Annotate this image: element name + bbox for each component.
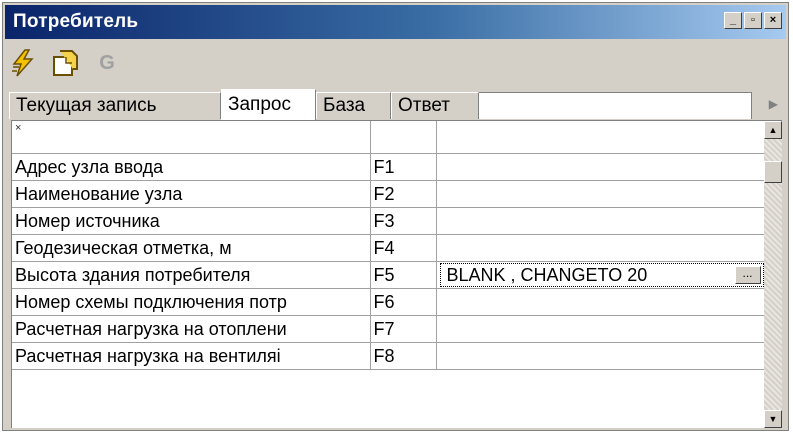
table-row[interactable]: Номер источника F3 <box>12 207 765 235</box>
row-name: Адрес узла ввода <box>12 153 371 181</box>
tab-answer[interactable]: Ответ <box>391 92 479 119</box>
restore-button[interactable]: ▫ <box>744 12 762 29</box>
row-field: F1 <box>370 153 437 181</box>
row-value[interactable] <box>436 153 765 181</box>
close-button[interactable]: × <box>764 12 782 29</box>
property-grid: × Адрес узла ввода F1 Наименование узла … <box>11 120 782 428</box>
tab-strip: Текущая запись Запрос База Ответ ▶ <box>9 89 782 120</box>
grid-header-row: × <box>12 121 765 154</box>
ellipsis-button[interactable]: ... <box>734 266 761 284</box>
g-letter-label: G <box>99 51 115 74</box>
row-field: F4 <box>370 234 437 262</box>
tab-strip-background <box>479 92 752 119</box>
table-row[interactable]: Геодезическая отметка, м F4 <box>12 234 765 262</box>
vertical-scrollbar[interactable]: ▲ ▼ <box>764 121 782 428</box>
row-field: F5 <box>370 261 437 289</box>
tab-scroll-right-icon[interactable]: ▶ <box>769 97 778 111</box>
row-value[interactable] <box>436 180 765 208</box>
minimize-button[interactable]: _ <box>724 12 742 29</box>
table-row[interactable]: Номер схемы подключения потр F6 <box>12 288 765 316</box>
row-name: Расчетная нагрузка на отоплени <box>12 315 371 343</box>
row-value[interactable] <box>436 207 765 235</box>
row-name: Геодезическая отметка, м <box>12 234 371 262</box>
row-field: F8 <box>370 342 437 370</box>
row-value[interactable] <box>436 288 765 316</box>
scroll-up-icon[interactable]: ▲ <box>764 121 782 139</box>
header-marker: × <box>12 121 371 154</box>
tab-query[interactable]: Запрос <box>221 89 316 120</box>
row-name: Расчетная нагрузка на вентиляі <box>12 342 371 370</box>
row-value[interactable] <box>436 315 765 343</box>
scroll-thumb[interactable] <box>764 161 782 183</box>
new-page-icon[interactable] <box>51 49 79 77</box>
value-editor-text[interactable]: BLANK , CHANGETO 20 <box>447 262 648 287</box>
lightning-icon[interactable] <box>9 49 37 77</box>
table-row[interactable]: Расчетная нагрузка на вентиляі F8 <box>12 342 765 370</box>
row-field: F6 <box>370 288 437 316</box>
row-name: Номер источника <box>12 207 371 235</box>
table-row[interactable]: Высота здания потребителя F5 BLANK , CHA… <box>12 261 765 289</box>
row-field: F3 <box>370 207 437 235</box>
g-letter-icon[interactable]: G <box>93 49 121 77</box>
row-value[interactable] <box>436 234 765 262</box>
tab-current-record[interactable]: Текущая запись <box>9 92 221 119</box>
tab-base[interactable]: База <box>316 92 391 119</box>
toolbar: G <box>9 45 121 81</box>
window-controls: _ ▫ × <box>724 12 782 29</box>
row-name: Наименование узла <box>12 180 371 208</box>
window-title: Потребитель <box>13 11 139 32</box>
table-row[interactable]: Расчетная нагрузка на отоплени F7 <box>12 315 765 343</box>
row-value-editor-cell[interactable]: BLANK , CHANGETO 20 ... <box>436 261 765 289</box>
row-name: Номер схемы подключения потр <box>12 288 371 316</box>
consumer-window: Потребитель _ ▫ × G Текущая запись Запро… <box>2 2 789 431</box>
row-value[interactable] <box>436 342 765 370</box>
title-bar[interactable]: Потребитель _ ▫ × <box>5 5 786 39</box>
scroll-down-icon[interactable]: ▼ <box>764 410 782 428</box>
table-row[interactable]: Наименование узла F2 <box>12 180 765 208</box>
value-editor[interactable]: BLANK , CHANGETO 20 ... <box>439 262 763 287</box>
row-field: F2 <box>370 180 437 208</box>
row-field: F7 <box>370 315 437 343</box>
table-row[interactable]: Адрес узла ввода F1 <box>12 153 765 181</box>
row-name: Высота здания потребителя <box>12 261 371 289</box>
